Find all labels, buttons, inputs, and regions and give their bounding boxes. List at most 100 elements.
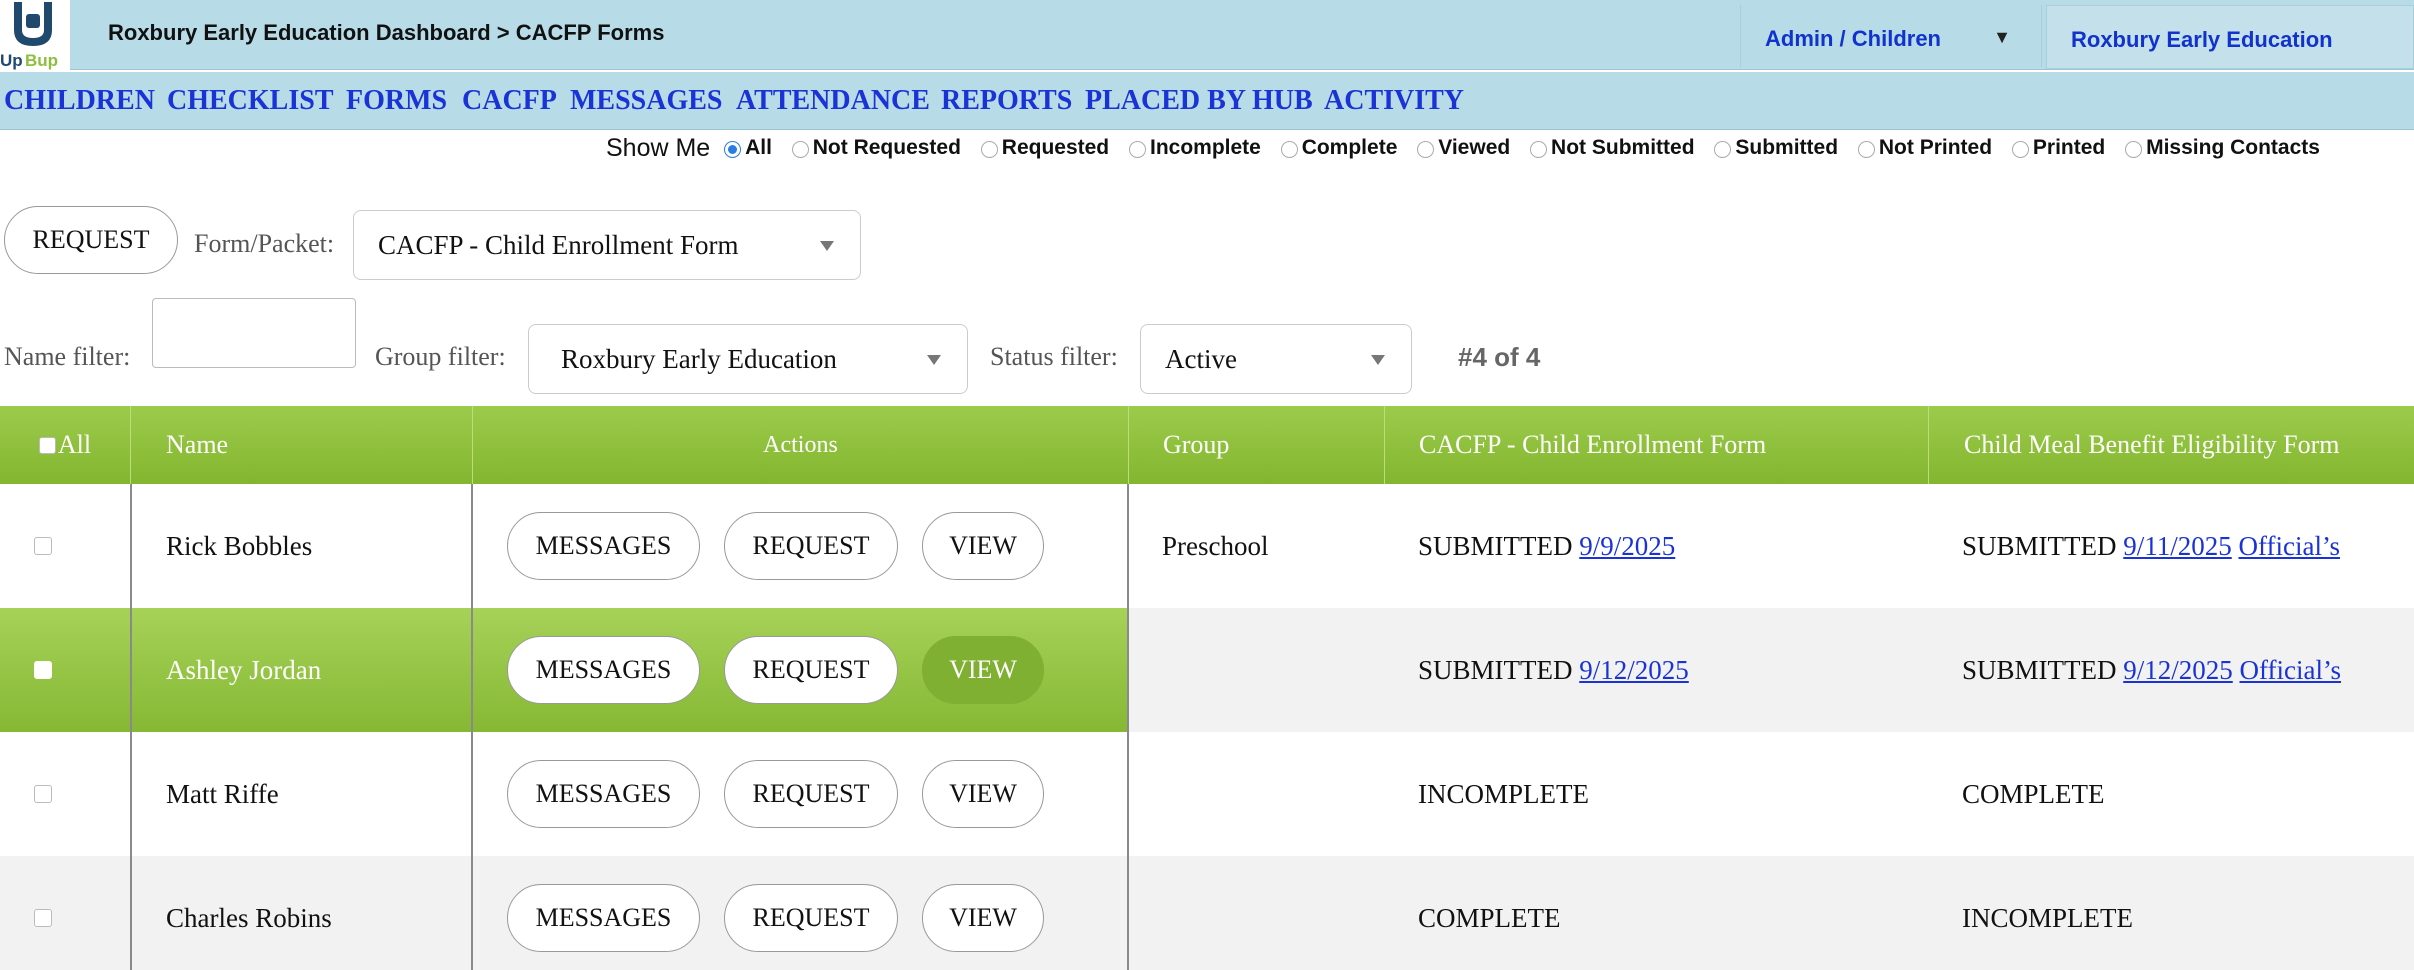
group-filter-select[interactable]: Roxbury Early Education	[528, 324, 968, 394]
breadcrumb: Roxbury Early Education Dashboard > CACF…	[108, 20, 665, 45]
caret-down-icon	[927, 355, 941, 365]
upbup-logo[interactable]: Up Bup	[0, 0, 70, 70]
cacfp-status: INCOMPLETE	[1418, 778, 1589, 809]
nav-activity[interactable]: ACTIVITY	[1324, 85, 1464, 117]
view-button[interactable]: VIEW	[922, 636, 1044, 704]
view-button[interactable]: VIEW	[922, 512, 1044, 580]
status-filter-select[interactable]: Active	[1140, 324, 1412, 394]
group-column-header[interactable]: Group	[1128, 406, 1384, 484]
radio-icon[interactable]	[1128, 141, 1146, 158]
show-me-not-submitted[interactable]: Not Submitted	[1530, 136, 1695, 160]
top-header: Up Bup Roxbury Early Education Dashboard…	[0, 0, 2414, 70]
row-checkbox[interactable]	[34, 785, 52, 803]
column-divider	[471, 484, 473, 970]
view-button[interactable]: VIEW	[922, 760, 1044, 828]
show-me-incomplete[interactable]: Incomplete	[1128, 136, 1261, 160]
radio-icon[interactable]	[1857, 141, 1875, 158]
show-me-missing-contacts[interactable]: Missing Contacts	[2125, 136, 2320, 160]
radio-icon[interactable]	[980, 141, 998, 158]
request-button[interactable]: REQUEST	[4, 206, 178, 274]
radio-icon[interactable]	[791, 141, 809, 158]
nav-forms[interactable]: FORMS	[346, 85, 447, 117]
messages-button[interactable]: MESSAGES	[507, 636, 700, 704]
role-select[interactable]: Admin / Children ▼	[1740, 5, 2042, 67]
messages-button[interactable]: MESSAGES	[507, 760, 700, 828]
radio-icon[interactable]	[2125, 141, 2143, 158]
nav-checklist[interactable]: CHECKLIST	[167, 85, 334, 117]
request-row-button[interactable]: REQUEST	[724, 636, 898, 704]
request-row-button[interactable]: REQUEST	[724, 512, 898, 580]
show-me-submitted[interactable]: Submitted	[1714, 136, 1838, 160]
table-row: Rick Bobbles MESSAGES REQUEST VIEW Presc…	[0, 484, 2414, 608]
radio-icon[interactable]	[2011, 141, 2029, 158]
child-name[interactable]: Ashley Jordan	[166, 608, 321, 732]
cacfp-status: SUBMITTED 9/9/2025	[1418, 530, 1676, 562]
svg-text:Up: Up	[0, 51, 23, 70]
meal-date-link[interactable]: 9/11/2025	[2123, 531, 2232, 562]
role-select-value: Admin / Children	[1765, 26, 1941, 51]
meal-status: COMPLETE	[1962, 778, 2105, 809]
organization-name: Roxbury Early Education	[2071, 27, 2333, 52]
cacfp-date-link[interactable]: 9/12/2025	[1579, 655, 1689, 686]
svg-text:Bup: Bup	[25, 51, 58, 70]
row-checkbox[interactable]	[34, 537, 52, 555]
child-name[interactable]: Matt Riffe	[166, 732, 279, 856]
nav-cacfp[interactable]: CACFP	[462, 85, 557, 117]
nav-reports[interactable]: REPORTS	[941, 85, 1072, 117]
organization-switcher[interactable]: Roxbury Early Education	[2046, 5, 2414, 69]
table-header: All Name Actions Group CACFP - Child Enr…	[0, 406, 2414, 484]
show-me-viewed[interactable]: Viewed	[1417, 136, 1510, 160]
result-count: #4 of 4	[1458, 342, 1541, 372]
request-row-button[interactable]: REQUEST	[724, 760, 898, 828]
nav-children[interactable]: CHILDREN	[4, 85, 155, 117]
group-filter-value: Roxbury Early Education	[561, 344, 837, 374]
show-me-complete[interactable]: Complete	[1280, 136, 1397, 160]
caret-down-icon: ▼	[1993, 27, 2011, 47]
radio-icon[interactable]	[1530, 141, 1548, 158]
show-me-not-printed[interactable]: Not Printed	[1857, 136, 1992, 160]
radio-icon[interactable]	[1280, 141, 1298, 158]
view-button[interactable]: VIEW	[922, 884, 1044, 952]
radio-icon[interactable]	[1714, 141, 1732, 158]
messages-button[interactable]: MESSAGES	[507, 884, 700, 952]
officials-link[interactable]: Official’s	[2239, 531, 2340, 562]
messages-button[interactable]: MESSAGES	[507, 512, 700, 580]
cacfp-enrollment-column-header[interactable]: CACFP - Child Enrollment Form	[1384, 406, 1928, 484]
select-all-header[interactable]: All	[0, 406, 130, 484]
actions-column-header: Actions	[472, 406, 1128, 484]
form-packet-value: CACFP - Child Enrollment Form	[378, 230, 739, 260]
child-name[interactable]: Charles Robins	[166, 856, 332, 970]
request-row-button[interactable]: REQUEST	[724, 884, 898, 952]
officials-link[interactable]: Official’s	[2240, 655, 2341, 686]
caret-down-icon	[1371, 355, 1385, 365]
select-all-checkbox[interactable]	[38, 436, 56, 454]
show-me-printed[interactable]: Printed	[2011, 136, 2105, 160]
group-filter-label: Group filter:	[375, 342, 506, 371]
show-me-requested[interactable]: Requested	[980, 136, 1109, 160]
radio-icon[interactable]	[1417, 141, 1435, 158]
status-filter-value: Active	[1165, 344, 1237, 374]
meal-status: SUBMITTED 9/12/2025 Official’s	[1962, 654, 2341, 686]
meal-date-link[interactable]: 9/12/2025	[2123, 655, 2233, 686]
show-me-label: Show Me	[606, 134, 711, 162]
table-row: Charles Robins MESSAGES REQUEST VIEW COM…	[0, 856, 2414, 970]
column-divider	[1127, 484, 1129, 970]
main-nav: CHILDREN CHECKLIST FORMS CACFP MESSAGES …	[0, 72, 2414, 130]
nav-placed-by-hub[interactable]: PLACED BY HUB	[1085, 85, 1313, 117]
row-checkbox[interactable]	[34, 661, 52, 679]
nav-attendance[interactable]: ATTENDANCE	[736, 85, 930, 117]
nav-messages[interactable]: MESSAGES	[570, 85, 723, 117]
show-me-not-requested[interactable]: Not Requested	[791, 136, 961, 160]
cacfp-date-link[interactable]: 9/9/2025	[1579, 531, 1675, 562]
meal-benefit-column-header[interactable]: Child Meal Benefit Eligibility Form	[1928, 406, 2414, 484]
row-checkbox[interactable]	[34, 909, 52, 927]
cacfp-status: SUBMITTED 9/12/2025	[1418, 654, 1689, 686]
name-filter-input[interactable]	[152, 298, 356, 368]
meal-status: SUBMITTED 9/11/2025 Official’s	[1962, 530, 2340, 562]
caret-down-icon	[820, 241, 834, 251]
form-packet-select[interactable]: CACFP - Child Enrollment Form	[353, 210, 861, 280]
show-me-all[interactable]: All	[724, 136, 772, 160]
child-name[interactable]: Rick Bobbles	[166, 484, 312, 608]
radio-selected-icon[interactable]	[724, 141, 742, 158]
name-column-header[interactable]: Name	[130, 406, 472, 484]
